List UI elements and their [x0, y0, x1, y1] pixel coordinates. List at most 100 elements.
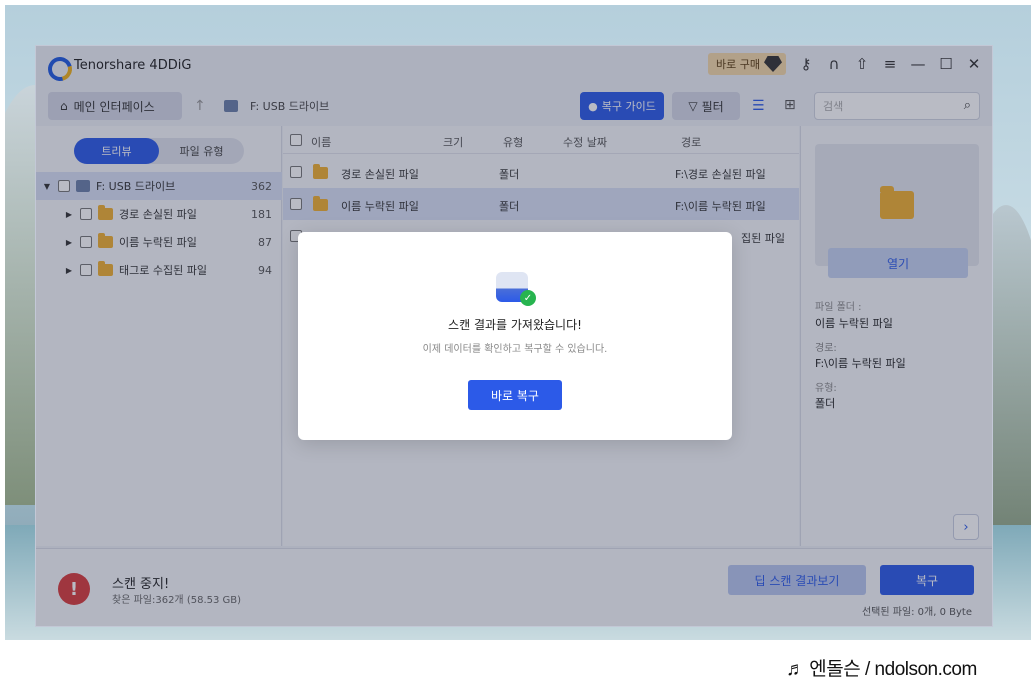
- alert-icon: !: [58, 573, 90, 605]
- breadcrumb[interactable]: F: USB 드라이브: [224, 98, 329, 114]
- share-icon[interactable]: ⇧: [854, 55, 870, 73]
- row-name: 경로 손실된 파일: [341, 168, 419, 181]
- tree-item-count: 181: [251, 207, 272, 221]
- expand-right-icon[interactable]: ▶: [64, 210, 74, 219]
- usb-drive-icon: [224, 100, 238, 112]
- tree-item-root[interactable]: ▼ F: USB 드라이브 362: [36, 172, 282, 200]
- meta-folder-value: 이름 누락된 파일: [815, 317, 893, 330]
- table-row[interactable]: 경로 손실된 파일 폴더 F:\경로 손실된 파일: [283, 156, 799, 188]
- row-type: 폴더: [499, 168, 520, 181]
- preview-panel: 열기 파일 폴더 : 이름 누락된 파일 경로: F:\이름 누락된 파일 유형…: [800, 126, 992, 546]
- tree-item-count: 362: [251, 179, 272, 193]
- home-icon: ⌂: [60, 99, 68, 113]
- tree-item[interactable]: ▶ 태그로 수집된 파일 94: [36, 256, 282, 284]
- home-button[interactable]: ⌂ 메인 인터페이스: [48, 92, 182, 120]
- checkbox[interactable]: [80, 236, 92, 248]
- tree-item-label: 태그로 수집된 파일: [119, 264, 207, 277]
- recover-button[interactable]: 복구: [880, 565, 974, 595]
- recovery-guide-button[interactable]: ● 복구 가이드: [580, 92, 664, 120]
- meta-type-key: 유형:: [815, 383, 837, 394]
- folder-icon: [313, 196, 328, 211]
- key-icon[interactable]: ⚷: [798, 55, 814, 73]
- column-type[interactable]: 유형: [503, 134, 523, 150]
- select-all-checkbox[interactable]: [290, 134, 302, 146]
- folder-icon: [98, 261, 113, 276]
- expand-right-icon[interactable]: ▶: [64, 266, 74, 275]
- row-checkbox[interactable]: [290, 198, 302, 210]
- minimize-icon[interactable]: —: [910, 55, 926, 73]
- deep-scan-button[interactable]: 딥 스캔 결과보기: [728, 565, 866, 595]
- row-path: 집된 파일: [741, 232, 785, 245]
- scan-complete-dialog: ✓ 스캔 결과를 가져왔습니다! 이제 데이터를 확인하고 복구할 수 있습니다…: [298, 232, 732, 440]
- folder-icon: [313, 164, 328, 179]
- app-logo-icon: [46, 54, 68, 76]
- column-size[interactable]: 크기: [443, 134, 463, 150]
- recover-now-button[interactable]: 바로 복구: [468, 380, 562, 410]
- watermark: ♬ 엔돌슨 / ndolson.com: [786, 659, 977, 680]
- folder-icon: [880, 186, 914, 219]
- headset-icon[interactable]: ∩: [826, 55, 842, 73]
- checkbox[interactable]: [80, 208, 92, 220]
- diamond-icon: [764, 56, 782, 72]
- row-name: 이름 누락된 파일: [341, 200, 419, 213]
- check-icon: ✓: [520, 290, 536, 306]
- screenshot-stage: Tenorshare 4DDiG 바로 구매 ⚷ ∩ ⇧ ≡ — ☐ ✕ ⌂ 메…: [0, 0, 1034, 693]
- app-window: Tenorshare 4DDiG 바로 구매 ⚷ ∩ ⇧ ≡ — ☐ ✕ ⌂ 메…: [35, 45, 993, 627]
- row-checkbox[interactable]: [290, 166, 302, 178]
- tree-item[interactable]: ▶ 이름 누락된 파일 87: [36, 228, 282, 256]
- filter-label: 필터: [701, 99, 724, 114]
- dialog-title: 스캔 결과를 가져왔습니다!: [448, 318, 582, 332]
- column-name[interactable]: 이름: [311, 134, 331, 150]
- app-title: Tenorshare 4DDiG: [74, 57, 192, 73]
- tree-item-label: 이름 누락된 파일: [119, 236, 197, 249]
- close-icon[interactable]: ✕: [966, 55, 982, 73]
- view-mode-toggle: 트리뷰 파일 유형: [74, 138, 244, 164]
- search-icon[interactable]: ⌕: [964, 98, 971, 113]
- tab-tree-view[interactable]: 트리뷰: [74, 138, 159, 164]
- up-arrow-icon[interactable]: ↑: [194, 98, 206, 114]
- recovery-guide-label: 복구 가이드: [601, 100, 656, 113]
- column-path[interactable]: 경로: [681, 134, 701, 150]
- checkbox[interactable]: [58, 180, 70, 192]
- selection-info: 선택된 파일: 0개, 0 Byte: [861, 607, 972, 618]
- row-type: 폴더: [499, 200, 520, 213]
- nav-bar: ⌂ 메인 인터페이스 ↑ F: USB 드라이브 ● 복구 가이드 ▽ 필터 ☰…: [36, 88, 992, 120]
- table-row[interactable]: 이름 누락된 파일 폴더 F:\이름 누락된 파일: [283, 188, 799, 220]
- grid-view-icon[interactable]: ⊞: [784, 97, 796, 113]
- search-input[interactable]: 검색 ⌕: [814, 92, 980, 120]
- folder-icon: [98, 205, 113, 220]
- maximize-icon[interactable]: ☐: [938, 55, 954, 73]
- buy-now-label: 바로 구매: [716, 58, 760, 71]
- expand-down-icon[interactable]: ▼: [42, 182, 52, 191]
- column-modified[interactable]: 수정 날짜: [563, 134, 607, 150]
- folder-icon: [98, 233, 113, 248]
- tree-item-count: 94: [258, 263, 272, 277]
- chevron-right-icon[interactable]: ›: [953, 514, 979, 540]
- checkbox[interactable]: [80, 264, 92, 276]
- title-bar: Tenorshare 4DDiG 바로 구매 ⚷ ∩ ⇧ ≡ — ☐ ✕: [36, 46, 992, 84]
- home-label: 메인 인터페이스: [73, 99, 155, 114]
- filter-icon: ▽: [688, 99, 698, 113]
- tab-file-type[interactable]: 파일 유형: [159, 138, 244, 164]
- search-placeholder: 검색: [823, 100, 844, 113]
- buy-now-button[interactable]: 바로 구매: [708, 53, 786, 75]
- tree-item-count: 87: [258, 235, 272, 249]
- desktop-background: Tenorshare 4DDiG 바로 구매 ⚷ ∩ ⇧ ≡ — ☐ ✕ ⌂ 메…: [5, 5, 1031, 640]
- meta-type-value: 폴더: [815, 397, 836, 410]
- meta-path-key: 경로:: [815, 343, 837, 354]
- open-button[interactable]: 열기: [828, 248, 968, 278]
- scan-status-title: 스캔 중지!: [112, 577, 170, 592]
- sidebar: 트리뷰 파일 유형 ▼ F: USB 드라이브 362 ▶ 경로 손실된 파일 …: [36, 126, 282, 546]
- expand-right-icon[interactable]: ▶: [64, 238, 74, 247]
- list-view-icon[interactable]: ☰: [752, 98, 765, 114]
- tree-item-label: F: USB 드라이브: [96, 180, 176, 193]
- breadcrumb-drive-label: F: USB 드라이브: [250, 100, 330, 113]
- filter-button[interactable]: ▽ 필터: [672, 92, 740, 120]
- file-list-header: 이름 크기 유형 수정 날짜 경로: [283, 126, 799, 154]
- tree-item-label: 경로 손실된 파일: [119, 208, 197, 221]
- row-path: F:\경로 손실된 파일: [675, 168, 766, 181]
- meta-folder-key: 파일 폴더 :: [815, 302, 862, 313]
- meta-path-value: F:\이름 누락된 파일: [815, 357, 906, 370]
- menu-icon[interactable]: ≡: [882, 55, 898, 73]
- tree-item[interactable]: ▶ 경로 손실된 파일 181: [36, 200, 282, 228]
